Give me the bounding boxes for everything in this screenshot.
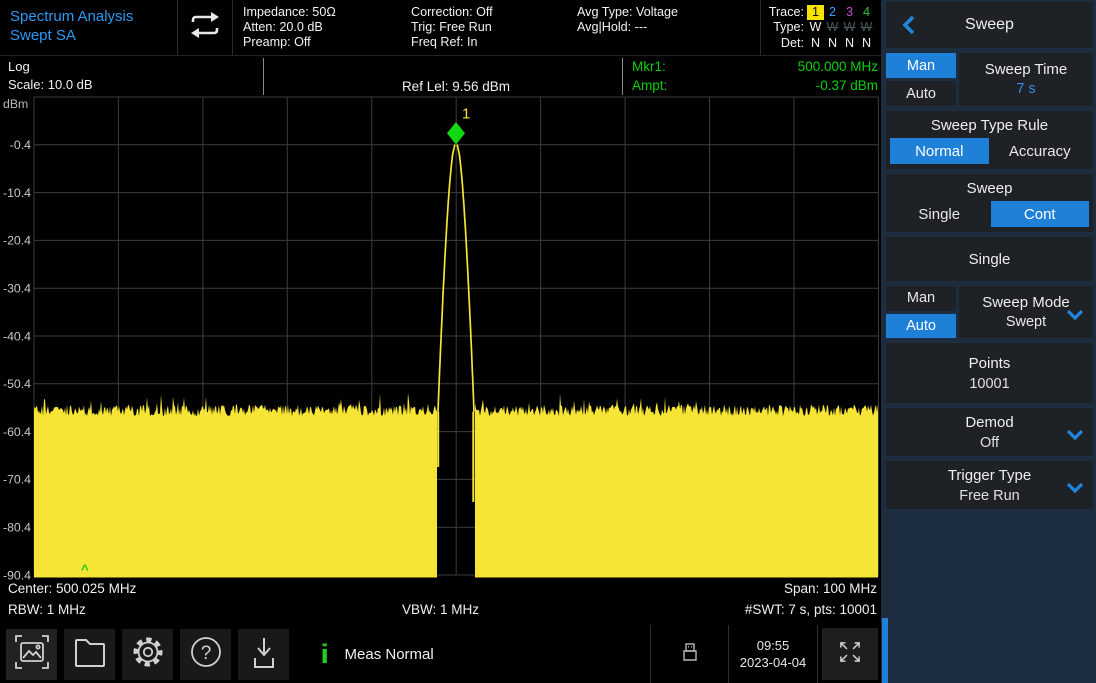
meas-status-text: Meas Normal [345, 646, 434, 663]
trigger-type-value: Free Run [959, 486, 1019, 506]
screenshot-icon [12, 632, 52, 677]
sweep-type-rule-accuracy-option[interactable]: Accuracy [991, 138, 1090, 164]
sweep-type-rule-label: Sweep Type Rule [886, 117, 1093, 134]
baseline-caret-icon: ^ [81, 562, 89, 577]
sweep-mode-auto-option[interactable]: Auto [886, 314, 956, 339]
sweep-cont-option[interactable]: Cont [991, 201, 1090, 227]
y-tick-label: -80.4 [3, 521, 31, 535]
bottom-toolbar: ? i Meas Normal [0, 625, 881, 683]
sweep-single-option[interactable]: Single [890, 201, 989, 227]
y-tick-label: -60.4 [3, 425, 31, 439]
sidebar-scrollbar[interactable] [882, 618, 888, 683]
points-button[interactable]: Points 10001 [886, 343, 1093, 403]
sweep-mode-man-option[interactable]: Man [886, 286, 956, 311]
sweep-type-rule-panel: Sweep Type Rule Normal Accuracy [886, 111, 1093, 169]
sweep-cont-panel: Sweep Single Cont [886, 174, 1093, 232]
y-tick-label: -50.4 [3, 377, 31, 391]
points-label: Points [969, 353, 1011, 374]
swt-points-readout[interactable]: #SWT: 7 s, pts: 10001 [745, 600, 877, 620]
trigger-type-label: Trigger Type [948, 465, 1031, 486]
clock: 09:55 2023-04-04 [728, 625, 817, 683]
marker-1-diamond-icon [447, 122, 465, 145]
y-tick-label: -0.4 [10, 138, 31, 152]
expand-arrows-icon [831, 633, 869, 676]
save-button[interactable] [238, 629, 289, 680]
frequency-annotation-block: Center: 500.025 MHz Span: 100 MHz RBW: 1… [0, 579, 881, 623]
single-sweep-button[interactable]: Single [886, 237, 1093, 281]
sweep-type-rule-normal-option[interactable]: Normal [890, 138, 989, 164]
chevron-down-icon [1066, 480, 1084, 498]
chevron-down-icon [1066, 427, 1084, 445]
sweep-mode-label: Sweep Mode [982, 293, 1070, 313]
sweep-mode-value: Swept [1006, 313, 1046, 332]
sweep-time-man-auto-toggle: Man Auto [886, 53, 956, 106]
sidebar-header: Sweep [886, 2, 1093, 48]
usb-status [650, 625, 728, 683]
amplitude-axis-unit: dBm [3, 97, 28, 111]
demod-label: Demod [965, 412, 1013, 433]
sweep-mode-panel: Man Auto Sweep Mode Swept [886, 286, 1093, 338]
demod-value: Off [980, 433, 999, 453]
trigger-type-button[interactable]: Trigger Type Free Run [886, 461, 1093, 509]
gear-icon [127, 631, 169, 678]
folder-icon [70, 632, 110, 677]
file-browser-button[interactable] [64, 629, 115, 680]
span-readout[interactable]: Span: 100 MHz [784, 579, 877, 599]
time-readout: 09:55 [757, 637, 790, 654]
back-button[interactable] [902, 15, 916, 40]
save-download-icon [244, 632, 284, 677]
single-sweep-label: Single [969, 251, 1011, 268]
sidebar-title: Sweep [965, 16, 1014, 34]
usb-icon [679, 640, 701, 669]
screenshot-button[interactable] [6, 629, 57, 680]
y-tick-label: -40.4 [3, 329, 31, 343]
y-tick-label: -20.4 [3, 234, 31, 248]
date-readout: 2023-04-04 [740, 654, 807, 671]
sweep-time-button[interactable]: Sweep Time 7 s [959, 53, 1093, 106]
help-button[interactable]: ? [180, 629, 231, 680]
fullscreen-button[interactable] [817, 625, 881, 683]
sweep-time-man-option[interactable]: Man [886, 53, 956, 78]
main-display: Spectrum Analysis Swept SA Impedance: 50… [0, 0, 881, 683]
sweep-cont-label: Sweep [886, 180, 1093, 197]
sweep-time-label: Sweep Time [985, 60, 1068, 80]
measurement-status: i Meas Normal [321, 641, 434, 667]
sweep-time-value: 7 s [1016, 80, 1035, 99]
demod-button[interactable]: Demod Off [886, 408, 1093, 456]
y-tick-label: -10.4 [3, 186, 31, 200]
marker-1-number: 1 [462, 106, 470, 123]
sweep-menu-sidebar: Sweep Man Auto Sweep Time 7 s Sweep Type… [881, 0, 1096, 683]
marker-1[interactable]: 1 [447, 106, 470, 145]
sweep-time-panel: Man Auto Sweep Time 7 s [886, 53, 1093, 106]
amplitude-axis-labels: dBm -0.4 -10.4 -20.4 -30.4 -40.4 -50.4 -60.4 -70… [3, 97, 31, 582]
help-icon: ? [186, 632, 226, 677]
center-freq-readout[interactable]: Center: 500.025 MHz [8, 579, 136, 599]
y-tick-label: -70.4 [3, 473, 31, 487]
statusbar-right: 09:55 2023-04-04 [650, 625, 881, 683]
y-tick-label: -30.4 [3, 282, 31, 296]
settings-button[interactable] [122, 629, 173, 680]
sweep-mode-button[interactable]: Sweep Mode Swept [959, 286, 1093, 338]
sweep-mode-man-auto-toggle: Man Auto [886, 286, 956, 338]
info-icon: i [320, 641, 329, 667]
points-value: 10001 [969, 374, 1009, 394]
sweep-time-auto-option[interactable]: Auto [886, 81, 956, 106]
svg-text:?: ? [200, 643, 211, 664]
chevron-down-icon [1066, 307, 1084, 325]
